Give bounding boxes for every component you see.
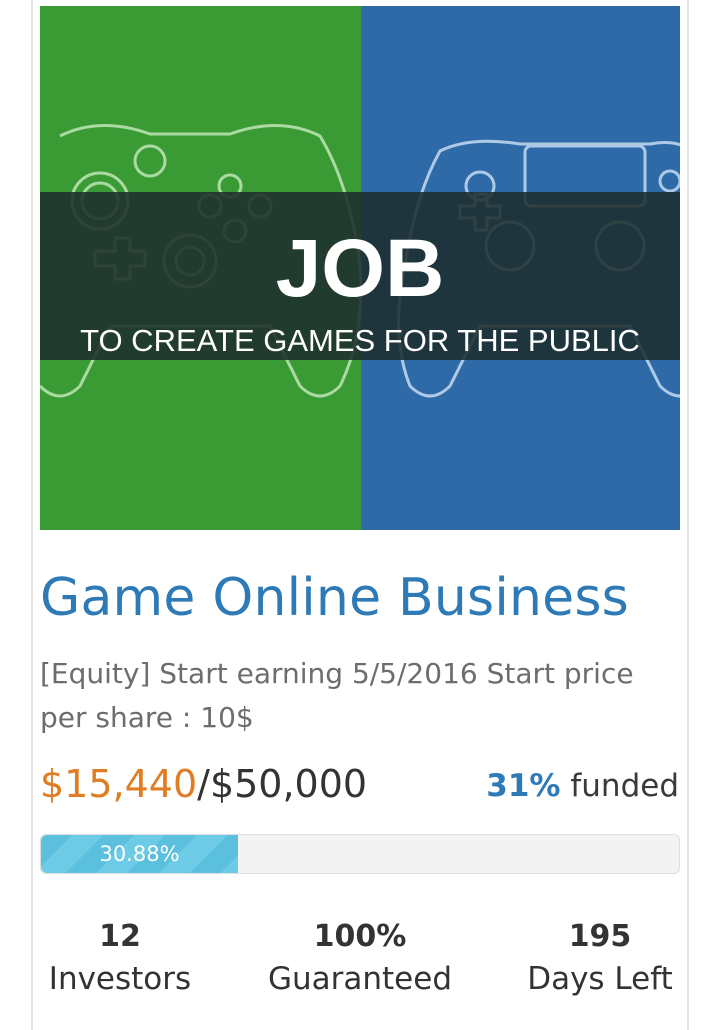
goal-amount: /$50,000 bbox=[197, 762, 368, 806]
stat-value: 12 bbox=[99, 919, 141, 954]
stat-label: Days Left bbox=[527, 961, 673, 997]
funded-label: funded bbox=[560, 768, 679, 804]
stat-investors: 12 Investors bbox=[40, 918, 200, 1002]
stat-label: Guaranteed bbox=[267, 961, 453, 997]
project-banner-image[interactable]: JOB TO CREATE GAMES FOR THE PUBLIC bbox=[40, 6, 680, 530]
stat-value: 195 bbox=[568, 919, 632, 954]
stat-label: Investors bbox=[48, 961, 192, 997]
stat-value: 100% bbox=[313, 919, 407, 954]
project-stats: 12 Investors 100% Guaranteed 195 Days Le… bbox=[40, 918, 680, 1002]
stat-guaranteed: 100% Guaranteed bbox=[260, 918, 460, 1002]
raised-amount: $15,440 bbox=[40, 762, 198, 806]
banner-subline: TO CREATE GAMES FOR THE PUBLIC bbox=[80, 323, 640, 358]
stat-days-left: 195 Days Left bbox=[520, 918, 680, 1002]
project-title[interactable]: Game Online Business bbox=[40, 568, 680, 628]
funded-status: 31% funded bbox=[486, 768, 679, 804]
funded-percent: 31% bbox=[486, 768, 561, 804]
banner-headline: JOB bbox=[276, 223, 445, 314]
funding-raised: $15,440/$50,000 bbox=[40, 762, 367, 806]
funding-progress-bar: 30.88% bbox=[40, 834, 680, 874]
project-description: [Equity] Start earning 5/5/2016 Start pr… bbox=[40, 657, 634, 734]
progress-fill: 30.88% bbox=[41, 835, 238, 873]
